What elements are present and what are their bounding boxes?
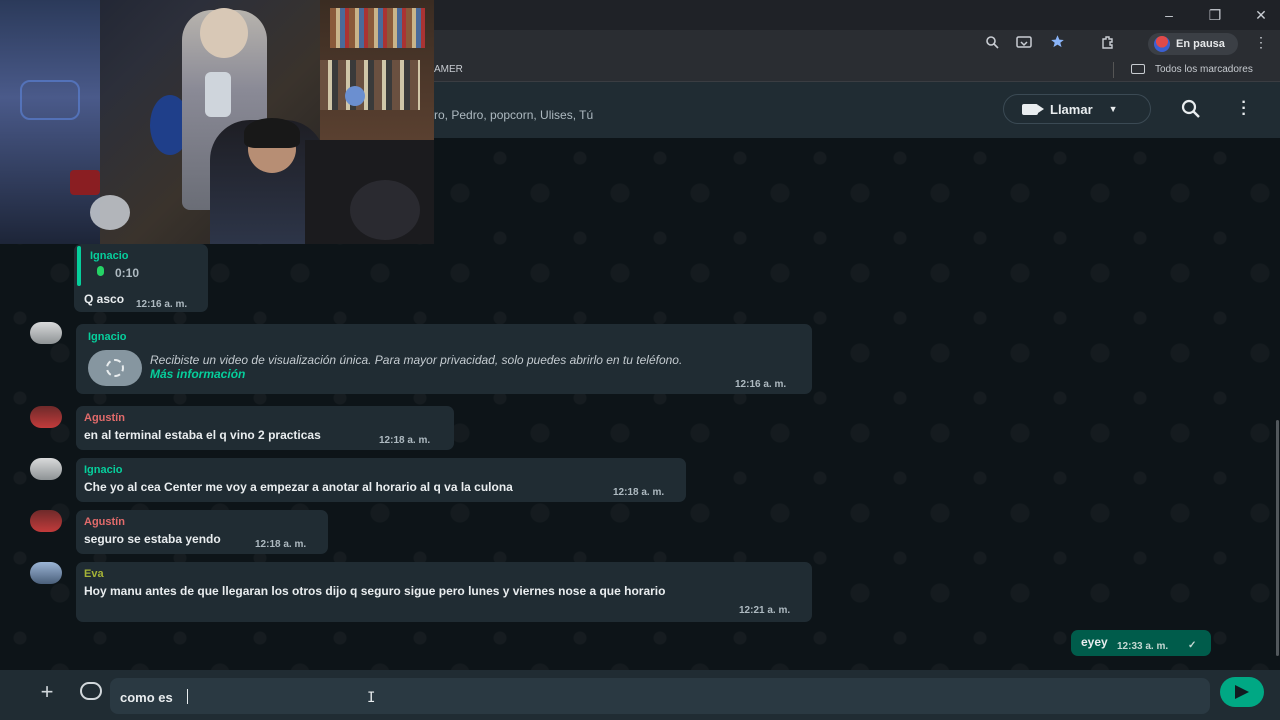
folder-icon[interactable] [1131, 64, 1145, 74]
extensions-icon[interactable] [1097, 34, 1119, 54]
send-icon [1235, 685, 1249, 699]
message-sender: Ignacio [84, 464, 123, 476]
message-time: 12:21 a. m. [739, 605, 791, 616]
avatar[interactable] [30, 510, 62, 532]
avatar[interactable] [30, 322, 62, 344]
message-text: Che yo al cea Center me voy a empezar a … [84, 480, 513, 494]
sent-check-icon: ✓ [1188, 640, 1197, 651]
close-window-button[interactable]: ✕ [1241, 4, 1280, 26]
cast-icon[interactable] [1013, 34, 1035, 54]
webcam-overlay [0, 0, 434, 244]
message-time: 12:18 a. m. [613, 487, 665, 498]
call-button[interactable]: Llamar ▼ [1003, 94, 1151, 124]
minimize-button[interactable]: – [1149, 4, 1189, 26]
message-input[interactable] [110, 678, 1210, 714]
message-time: 12:16 a. m. [735, 379, 787, 390]
group-participants[interactable]: ro, Pedro, popcorn, Ulises, Tú [434, 108, 593, 122]
microphone-icon [97, 266, 104, 276]
chat-menu-icon[interactable]: · · · [1237, 95, 1251, 123]
message-text: eyey [1081, 635, 1108, 649]
more-info-link[interactable]: Más información [150, 367, 245, 381]
browser-menu-icon[interactable]: ⋮ [1254, 34, 1268, 51]
quote-bar [77, 246, 81, 286]
bookmark-star-icon[interactable] [1046, 34, 1068, 54]
attach-plus-icon[interactable]: + [34, 680, 60, 704]
quoted-sender: Ignacio [90, 250, 129, 262]
zoom-icon[interactable] [981, 34, 1003, 54]
message-input-value[interactable]: como es [120, 690, 173, 705]
bookmark-item[interactable]: AMER [434, 64, 463, 75]
sticker-icon[interactable] [80, 682, 102, 700]
message-time: 12:33 a. m. [1117, 641, 1169, 652]
ibeam-cursor-icon: I [367, 690, 376, 706]
text-caret [187, 689, 188, 704]
avatar[interactable] [30, 562, 62, 584]
call-label: Llamar [1050, 101, 1093, 117]
message-sender: Agustín [84, 412, 125, 424]
message-time: 12:16 a. m. [136, 299, 188, 310]
video-camera-icon [1022, 103, 1044, 115]
message-time: 12:18 a. m. [255, 539, 307, 550]
message-sender: Eva [84, 568, 104, 580]
profile-avatar [1154, 36, 1170, 52]
bookmarks-divider [1113, 62, 1114, 78]
message-text: Hoy manu antes de que llegaran los otros… [84, 584, 666, 598]
message-text: Q asco [84, 292, 125, 306]
message-sender: Ignacio [88, 331, 127, 343]
view-once-button[interactable] [88, 350, 142, 386]
avatar[interactable] [30, 458, 62, 480]
message-sender: Agustín [84, 516, 125, 528]
message-text: en al terminal estaba el q vino 2 practi… [84, 428, 321, 442]
view-once-icon [106, 359, 124, 377]
profile-status: En pausa [1176, 38, 1225, 50]
search-icon[interactable] [1181, 99, 1201, 119]
all-bookmarks-link[interactable]: Todos los marcadores [1155, 64, 1253, 75]
profile-button[interactable]: En pausa [1148, 33, 1238, 55]
message-text: seguro se estaba yendo [84, 532, 221, 546]
avatar[interactable] [30, 406, 62, 428]
message-time: 12:18 a. m. [379, 435, 431, 446]
chevron-down-icon: ▼ [1108, 104, 1118, 114]
chat-scrollbar[interactable] [1276, 420, 1279, 656]
restore-button[interactable]: ❐ [1195, 4, 1235, 26]
send-button[interactable] [1220, 677, 1264, 707]
message-text: Recibiste un video de visualización únic… [150, 353, 683, 367]
audio-duration: 0:10 [115, 266, 140, 280]
